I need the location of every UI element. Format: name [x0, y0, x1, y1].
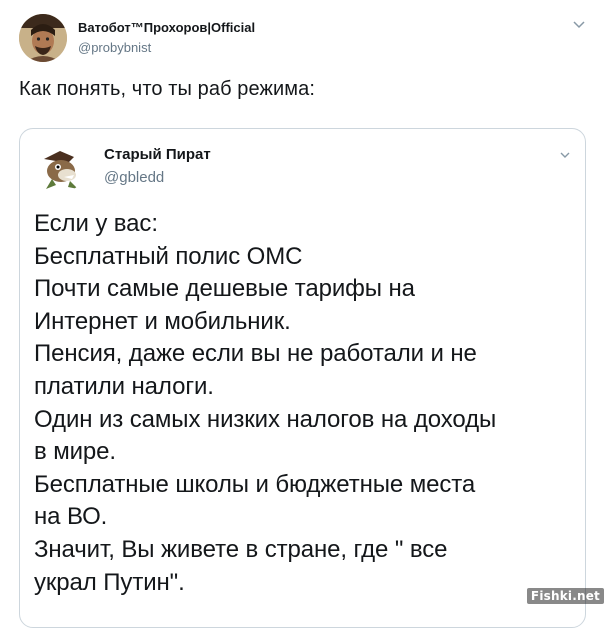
quoted-text-line: платили налоги. [34, 372, 214, 400]
quoted-text-line: украл Путин". [34, 568, 185, 596]
quoted-tweet-text: Если у вас: Бесплатный полис ОМС Почти с… [34, 208, 579, 599]
quoted-author-avatar[interactable] [34, 141, 86, 193]
quoted-text-line: Бесплатные школы и бюджетные места [34, 470, 476, 498]
quoted-text-line: на ВО. [34, 503, 108, 531]
quoted-author-avatar-image [34, 141, 86, 193]
quoted-text-line: Если у вас: [34, 210, 158, 237]
author-handle[interactable]: @probybnist [78, 40, 151, 55]
quoted-text-line: Значит, Вы живете в стране, где " все [34, 535, 448, 563]
quoted-text-line: Один из самых низких налогов на доходы [34, 405, 497, 433]
quoted-author-name[interactable]: Старый Пират [104, 146, 211, 163]
quoted-author-handle[interactable]: @gbledd [104, 169, 164, 186]
tweet-card: Ватобот™Прохоров|Official @probybnist Ка… [0, 0, 608, 628]
quoted-text-line: в мире. [34, 438, 116, 466]
chevron-down-icon[interactable] [559, 151, 571, 160]
quoted-text-line: Интернет и мобильник. [34, 307, 291, 335]
author-name[interactable]: Ватобот™Прохоров|Official [78, 20, 255, 35]
quoted-text-line: Почти самые дешевые тарифы на [34, 275, 415, 303]
quoted-tweet[interactable]: Старый Пират @gbledd Если у вас: Бесплат… [19, 128, 586, 628]
author-avatar[interactable] [19, 14, 67, 62]
quoted-text-line: Бесплатный полис ОМС [34, 242, 303, 270]
watermark: Fishki.net [526, 588, 604, 604]
chevron-down-icon[interactable] [572, 20, 586, 30]
quoted-text-line: Пенсия, даже если вы не работали и не [34, 340, 477, 368]
author-avatar-image [19, 14, 67, 62]
tweet-text: Как понять, что ты раб режима: [19, 78, 315, 100]
